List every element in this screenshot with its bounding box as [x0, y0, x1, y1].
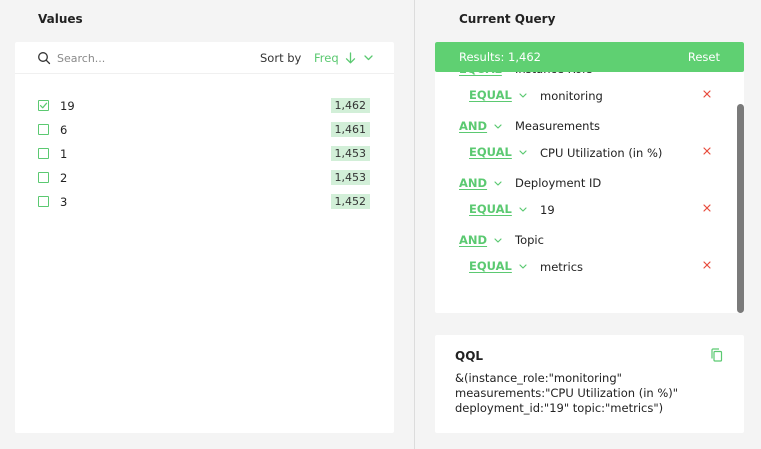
- value-checkbox[interactable]: [38, 172, 49, 183]
- values-title: Values: [38, 12, 83, 26]
- logic-operator: AND: [459, 176, 488, 190]
- qql-line: deployment_id:"19" topic:"metrics"): [455, 401, 664, 415]
- logic-operator-dropdown[interactable]: AND: [459, 119, 502, 133]
- clause-field-name: Deployment ID: [515, 176, 602, 190]
- clause-value: 19: [540, 203, 555, 217]
- logic-operator-dropdown[interactable]: AND: [459, 233, 502, 247]
- value-count-badge: 1,461: [330, 122, 370, 137]
- match-operator: EQUAL: [469, 145, 512, 159]
- sort-value: Freq: [314, 51, 339, 65]
- clause-value: monitoring: [540, 89, 603, 103]
- arrow-down-icon[interactable]: [345, 52, 356, 64]
- value-label: 2: [60, 171, 68, 185]
- chevron-down-icon: [519, 92, 527, 98]
- qql-title: QQL: [455, 349, 484, 363]
- copy-icon[interactable]: [710, 348, 723, 362]
- chevron-down-icon: [519, 263, 527, 269]
- clause-value: metrics: [540, 260, 584, 274]
- value-count-badge: 1,453: [330, 170, 370, 185]
- logic-operator: AND: [459, 233, 488, 247]
- close-icon[interactable]: [702, 203, 712, 213]
- clause-field-name: Instance Role: [515, 72, 592, 76]
- close-icon[interactable]: [702, 260, 712, 270]
- search-icon: [38, 52, 51, 65]
- logic-operator: AND: [459, 119, 488, 133]
- current-query-title: Current Query: [459, 12, 556, 26]
- value-list-item[interactable]: 19 1,462: [15, 94, 394, 118]
- value-count-badge: 1,462: [330, 98, 370, 113]
- value-count-badge: 1,453: [330, 146, 370, 161]
- values-pane: Values Sort by Freq 191,46261,46111,4532…: [0, 0, 414, 449]
- clause-value: CPU Utilization (in %): [540, 146, 663, 160]
- value-label: 19: [60, 99, 75, 113]
- match-operator-dropdown[interactable]: EQUAL: [469, 145, 527, 159]
- qql-line: &(instance_role:"monitoring": [455, 371, 622, 385]
- search-bar: Sort by Freq: [15, 42, 394, 74]
- query-clause: AND Deployment ID EQUAL 19: [435, 176, 744, 233]
- value-list-item[interactable]: 2 1,453: [15, 166, 394, 190]
- value-list-item[interactable]: 3 1,452: [15, 190, 394, 214]
- results-count: Results: 1,462: [459, 50, 541, 64]
- clause-field-name: Measurements: [515, 119, 600, 133]
- close-icon[interactable]: [702, 146, 712, 156]
- chevron-down-icon[interactable]: [363, 55, 373, 61]
- match-operator: EQUAL: [469, 259, 512, 273]
- values-card: Sort by Freq 191,46261,46111,45321,45331…: [15, 42, 394, 433]
- match-operator: EQUAL: [469, 202, 512, 216]
- value-checkbox[interactable]: [38, 124, 49, 135]
- chevron-down-icon: [494, 123, 502, 129]
- logic-operator-dropdown[interactable]: EQUAL: [459, 72, 517, 76]
- value-label: 6: [60, 123, 68, 137]
- reset-button[interactable]: Reset: [688, 50, 720, 64]
- clause-field-name: Topic: [515, 233, 544, 247]
- chevron-down-icon: [519, 206, 527, 212]
- value-checkbox[interactable]: [38, 100, 49, 111]
- qql-card: QQL &(instance_role:"monitoring" measurem…: [435, 335, 744, 433]
- current-query-card: Results: 1,462 Reset EQUALInstance RoleE…: [435, 42, 744, 313]
- logic-operator-dropdown[interactable]: AND: [459, 176, 502, 190]
- query-pane: Current Query Results: 1,462 Reset EQUAL…: [415, 0, 761, 449]
- match-operator: EQUAL: [469, 88, 512, 102]
- value-label: 1: [60, 147, 68, 161]
- chevron-down-icon: [494, 237, 502, 243]
- chevron-down-icon: [494, 180, 502, 186]
- results-bar: Results: 1,462 Reset: [435, 42, 744, 72]
- search-input[interactable]: [57, 48, 237, 68]
- close-icon[interactable]: [702, 89, 712, 99]
- query-clause-scroller: EQUAL Instance Role EQUAL monitoring AND Meas…: [435, 72, 744, 290]
- chevron-down-icon: [519, 149, 527, 155]
- sort-dropdown[interactable]: Freq: [314, 48, 373, 68]
- qql-line: measurements:"CPU Utilization (in %)": [455, 386, 679, 400]
- qql-expression: &(instance_role:"monitoring" measurements…: [455, 371, 725, 416]
- value-count-badge: 1,452: [330, 194, 370, 209]
- value-checkbox[interactable]: [38, 196, 49, 207]
- match-operator-dropdown[interactable]: EQUAL: [469, 259, 527, 273]
- value-label: 3: [60, 195, 68, 209]
- value-list-item[interactable]: 6 1,461: [15, 118, 394, 142]
- query-clause: EQUAL Instance Role EQUAL monitoring: [435, 72, 744, 119]
- logic-operator: EQUAL: [459, 72, 502, 76]
- query-clause: AND Topic EQUAL metrics: [435, 233, 744, 290]
- match-operator-dropdown[interactable]: EQUAL: [469, 88, 527, 102]
- scrollbar-thumb[interactable]: [737, 104, 744, 313]
- value-checkbox[interactable]: [38, 148, 49, 159]
- value-list-item[interactable]: 1 1,453: [15, 142, 394, 166]
- query-clause-list: EQUAL Instance Role EQUAL monitoring AND Meas…: [435, 72, 744, 313]
- query-clause: AND Measurements EQUAL CPU Utilization (in …: [435, 119, 744, 176]
- sort-label: Sort by: [260, 51, 302, 65]
- match-operator-dropdown[interactable]: EQUAL: [469, 202, 527, 216]
- check-icon: [39, 102, 48, 109]
- value-list: 19 1,462 6 1,461 1 1,453 2 1,453 3 1,452: [15, 94, 394, 214]
